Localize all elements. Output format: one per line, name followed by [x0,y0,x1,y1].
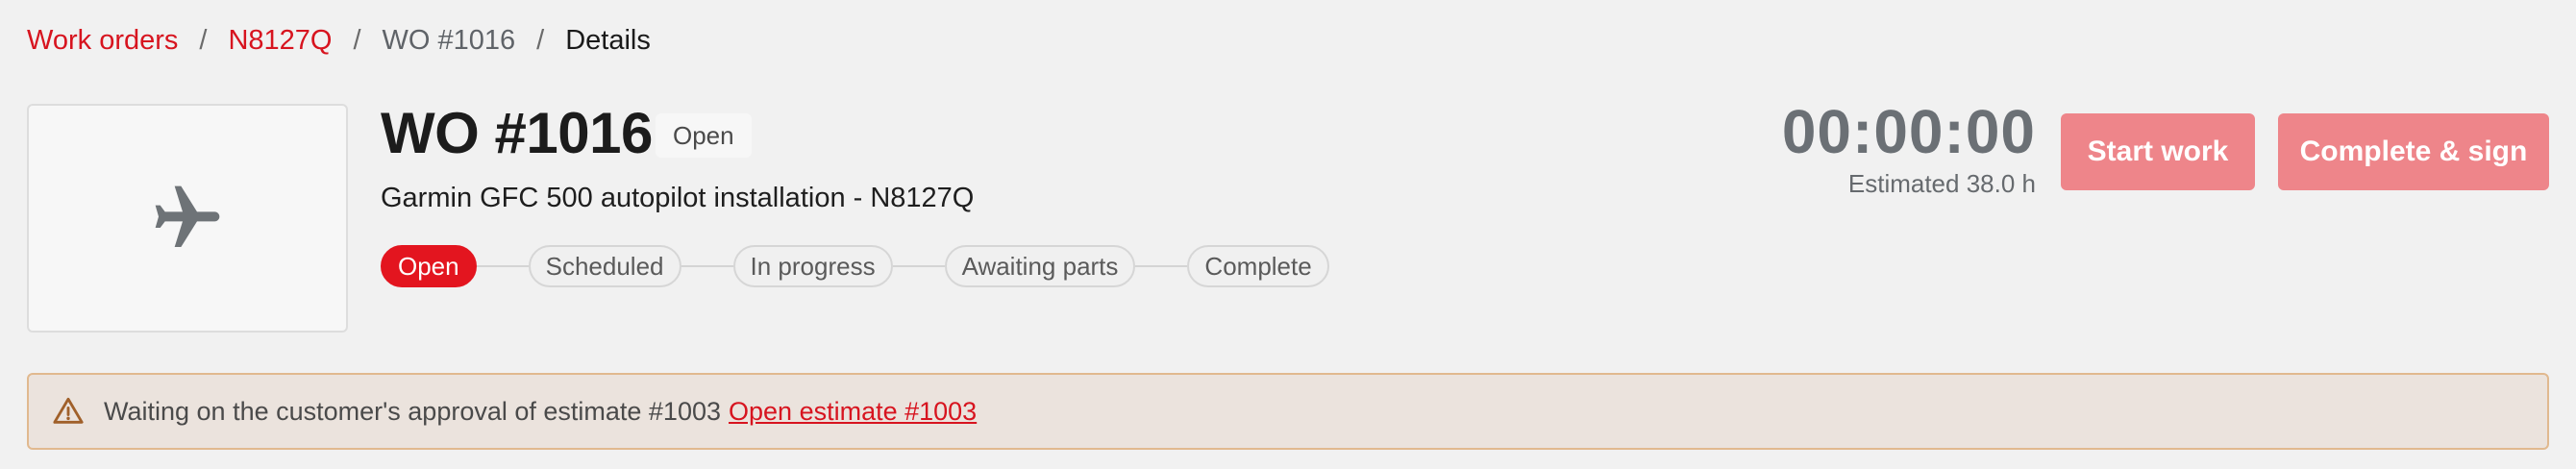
breadcrumb-separator: / [199,24,208,56]
step-scheduled: Scheduled [528,245,681,287]
estimated-hours: Estimated 38.0 h [1847,169,2036,198]
breadcrumb-work-orders[interactable]: Work orders [27,25,178,57]
aircraft-thumbnail [27,104,348,333]
breadcrumb-current: Details [565,24,651,56]
step-open: Open [381,245,477,287]
approval-alert: Waiting on the customer's approval of es… [27,373,2549,450]
breadcrumb-aircraft[interactable]: N8127Q [228,25,332,57]
work-timer: 00:00:00 [1781,97,2036,166]
warning-icon [53,397,84,424]
step-connector [892,265,945,267]
step-connector [681,265,733,267]
complete-sign-button[interactable]: Complete & sign [2278,113,2549,190]
breadcrumb-separator: / [536,24,545,56]
status-stepper: Open Scheduled In progress Awaiting part… [381,244,1329,288]
start-work-button[interactable]: Start work [2061,113,2255,190]
alert-message: Waiting on the customer's approval of es… [104,396,722,426]
step-complete: Complete [1187,245,1329,287]
breadcrumb: Work orders / N8127Q / WO #1016 / Detail… [27,21,651,60]
status-badge: Open [656,113,752,158]
airplane-icon [155,185,220,247]
step-connector [476,265,529,267]
step-in-progress: In progress [732,245,893,287]
open-estimate-link[interactable]: Open estimate #1003 [729,397,977,427]
breadcrumb-work-order: WO #1016 [382,24,516,56]
step-connector [1135,265,1188,267]
work-order-description: Garmin GFC 500 autopilot installation - … [381,183,975,213]
page-title: WO #1016 [381,101,653,165]
step-awaiting-parts: Awaiting parts [944,245,1136,287]
breadcrumb-separator: / [353,24,361,56]
